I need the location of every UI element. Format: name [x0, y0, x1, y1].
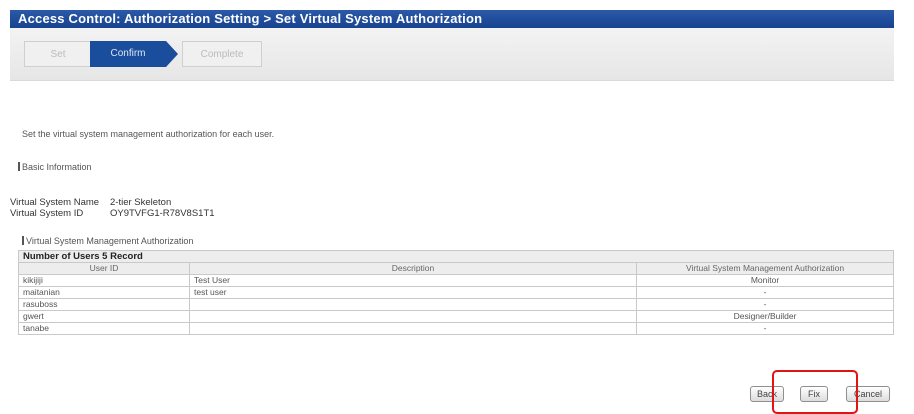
cell-user-id: kikijiji [18, 274, 190, 287]
authorization-table: Number of Users 5 Record User ID Descrip… [18, 250, 894, 335]
authz-heading: Virtual System Management Authorization [22, 236, 193, 246]
cell-user-id: rasuboss [18, 298, 190, 311]
basic-info-heading: Basic Information [18, 162, 92, 172]
cell-description [189, 298, 637, 311]
col-user-id: User ID [18, 262, 190, 275]
col-authorization: Virtual System Management Authorization [636, 262, 894, 275]
step-complete: Complete [182, 41, 262, 67]
cell-user-id: gwert [18, 310, 190, 323]
cell-description: Test User [189, 274, 637, 287]
virtual-system-name-label: Virtual System Name [10, 197, 100, 208]
virtual-system-id-label: Virtual System ID [10, 208, 84, 219]
virtual-system-name-value: 2-tier Skeleton [110, 197, 172, 208]
table-row: tanabe - [18, 322, 894, 335]
cell-description [189, 322, 637, 335]
cell-user-id: tanabe [18, 322, 190, 335]
cell-authorization: - [636, 322, 894, 335]
table-row: rasuboss - [18, 298, 894, 311]
table-row: kikijiji Test User Monitor [18, 274, 894, 287]
cell-description: test user [189, 286, 637, 299]
user-count: Number of Users 5 Record [18, 250, 894, 263]
table-row: gwert Designer/Builder [18, 310, 894, 323]
cell-authorization: Monitor [636, 274, 894, 287]
step-set: Set [24, 41, 92, 67]
col-description: Description [189, 262, 637, 275]
cell-authorization: - [636, 286, 894, 299]
intro-text: Set the virtual system management author… [22, 129, 275, 139]
cell-description [189, 310, 637, 323]
virtual-system-id-row: Virtual System ID OY9TVFG1-R78V8S1T1 [10, 208, 215, 219]
authz-heading-label: Virtual System Management Authorization [26, 236, 194, 246]
page-title: Access Control: Authorization Setting > … [10, 10, 894, 28]
step-confirm: Confirm [90, 41, 166, 67]
table-row: maitanian test user - [18, 286, 894, 299]
virtual-system-id-value: OY9TVFG1-R78V8S1T1 [110, 208, 215, 219]
section-bar-icon [18, 162, 20, 171]
section-bar-icon [22, 236, 24, 245]
highlight-annotation [772, 370, 858, 414]
basic-info-heading-label: Basic Information [22, 162, 92, 172]
cell-user-id: maitanian [18, 286, 190, 299]
step-arrow-active-icon [166, 41, 178, 67]
cell-authorization: Designer/Builder [636, 310, 894, 323]
cell-authorization: - [636, 298, 894, 311]
virtual-system-name-row: Virtual System Name 2-tier Skeleton [10, 197, 171, 208]
wizard-steps: Set Confirm Complete [10, 28, 894, 81]
